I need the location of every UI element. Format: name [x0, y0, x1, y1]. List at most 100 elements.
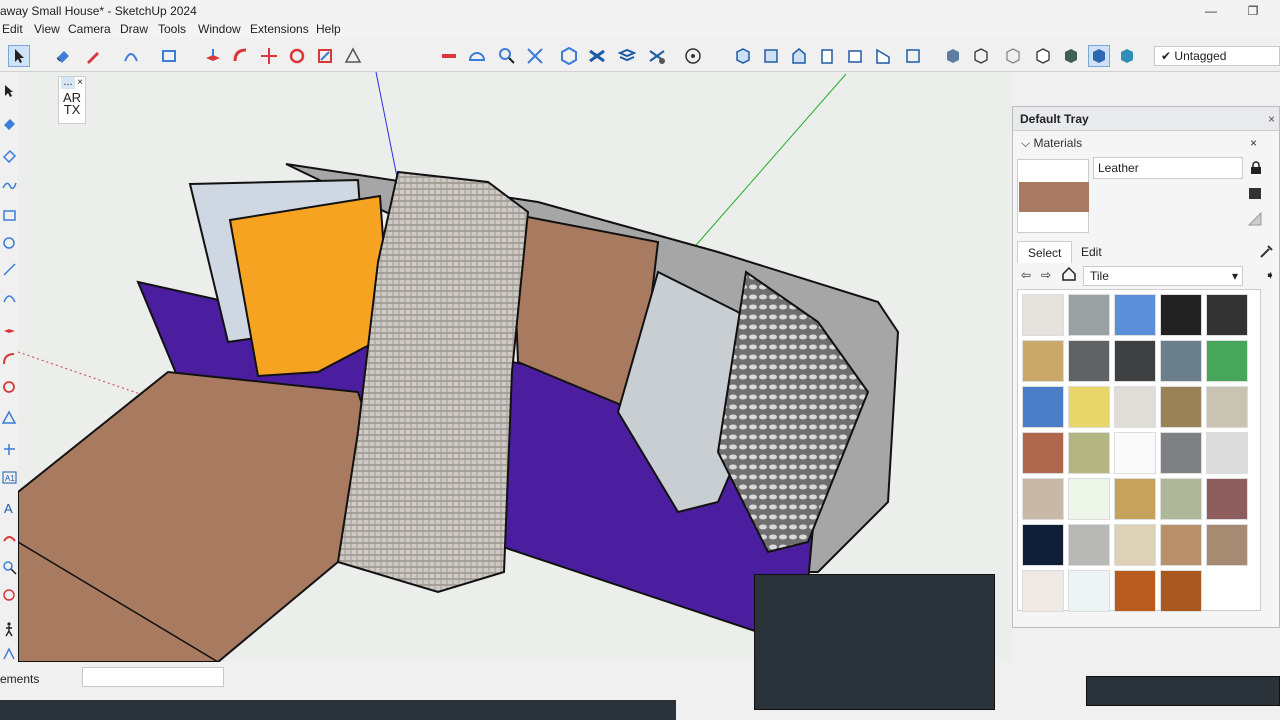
current-material-swatch[interactable]	[1017, 159, 1089, 233]
forward-arrow-icon[interactable]: ⇨	[1041, 268, 1051, 282]
tape-measure-button[interactable]	[438, 45, 460, 67]
artx-logo-icon[interactable]: AR TX	[62, 91, 82, 116]
eyedropper-icon[interactable]	[1259, 243, 1275, 262]
maximize-button[interactable]: ❐	[1238, 2, 1268, 20]
view-left-button[interactable]	[872, 45, 894, 67]
material-thumbnail[interactable]	[1068, 478, 1110, 520]
tab-select[interactable]: Select	[1017, 241, 1073, 263]
materials-close-button[interactable]: ×	[1250, 131, 1257, 155]
menu-camera[interactable]: Camera	[68, 22, 111, 36]
material-thumbnail[interactable]	[1114, 478, 1156, 520]
view-front-button[interactable]	[788, 45, 810, 67]
tray-close-button[interactable]: ×	[1268, 107, 1275, 131]
material-thumbnail[interactable]	[1114, 524, 1156, 566]
left-tool-followme[interactable]	[0, 348, 18, 370]
sandbox-button[interactable]	[586, 45, 608, 67]
details-arrow-icon[interactable]: ➧	[1265, 268, 1275, 282]
left-tool-freehand[interactable]	[0, 174, 18, 196]
view-back-button[interactable]	[844, 45, 866, 67]
push-pull-button[interactable]	[202, 45, 224, 67]
sample-paint-icon[interactable]	[1247, 211, 1263, 227]
menu-extensions[interactable]: Extensions	[250, 22, 309, 36]
material-thumbnail[interactable]	[1068, 524, 1110, 566]
material-thumbnail[interactable]	[1022, 432, 1064, 474]
arc-tool-button[interactable]	[120, 45, 142, 67]
material-thumbnail[interactable]	[1068, 294, 1110, 336]
menu-edit[interactable]: Edit	[2, 22, 23, 36]
left-tool-3dtext[interactable]: A	[0, 496, 18, 518]
left-tool-walk[interactable]	[0, 618, 18, 640]
material-thumbnail[interactable]	[1022, 340, 1064, 382]
left-tool-rotate[interactable]	[0, 376, 18, 398]
material-thumbnail[interactable]	[1160, 432, 1202, 474]
material-thumbnail[interactable]	[1206, 432, 1248, 474]
left-tool-circle[interactable]	[0, 232, 18, 254]
material-thumbnail[interactable]	[1022, 570, 1064, 612]
move-tool-button[interactable]	[258, 45, 280, 67]
extension-warehouse-button[interactable]	[682, 45, 704, 67]
material-name-field[interactable]: Leather	[1093, 157, 1243, 179]
material-thumbnail[interactable]	[1206, 386, 1248, 428]
wireframe-button[interactable]	[1002, 45, 1024, 67]
view-iso-button[interactable]	[732, 45, 754, 67]
left-tool-arc[interactable]	[0, 286, 18, 308]
left-tool-zoom[interactable]	[0, 556, 18, 578]
material-thumbnail[interactable]	[1022, 524, 1064, 566]
material-thumbnail[interactable]	[1114, 432, 1156, 474]
view-bottom-button[interactable]	[902, 45, 924, 67]
material-thumbnail[interactable]	[1068, 386, 1110, 428]
material-thumbnail[interactable]	[1114, 294, 1156, 336]
menu-view[interactable]: View	[34, 22, 60, 36]
material-thumbnail[interactable]	[1160, 570, 1202, 612]
material-thumbnail[interactable]	[1160, 478, 1202, 520]
left-tool-text[interactable]: A1	[0, 466, 18, 488]
home-icon[interactable]	[1061, 266, 1077, 285]
left-tool-lookaround[interactable]	[0, 584, 18, 606]
material-thumbnail[interactable]	[1114, 570, 1156, 612]
protractor-button[interactable]	[466, 45, 488, 67]
material-thumbnail[interactable]	[1160, 524, 1202, 566]
measurements-input[interactable]	[82, 667, 224, 687]
left-tool-position-camera[interactable]	[0, 642, 18, 664]
material-thumbnail[interactable]	[1068, 340, 1110, 382]
section-plane-button[interactable]	[558, 45, 580, 67]
rotate-tool-button[interactable]	[286, 45, 308, 67]
menu-tools[interactable]: Tools	[158, 22, 186, 36]
left-tool-rectangle[interactable]	[0, 204, 18, 226]
hidden-line-button[interactable]	[1032, 45, 1054, 67]
material-thumbnail[interactable]	[1160, 294, 1202, 336]
material-thumbnail[interactable]	[1022, 294, 1064, 336]
material-thumbnail[interactable]	[1114, 340, 1156, 382]
pencil-tool-button[interactable]	[82, 45, 104, 67]
offset-tool-button[interactable]	[342, 45, 364, 67]
material-thumbnail[interactable]	[1068, 432, 1110, 474]
left-tool-dimension[interactable]	[0, 438, 18, 460]
material-thumbnail[interactable]	[1206, 478, 1248, 520]
library-dropdown[interactable]: Tile ▾	[1083, 266, 1243, 286]
mini-panel-close[interactable]: ×	[77, 77, 83, 88]
mini-panel-handle[interactable]: ...	[61, 77, 75, 89]
tab-edit[interactable]: Edit	[1071, 241, 1112, 263]
materials-panel-header[interactable]: ⌵ Materials ×	[1013, 131, 1279, 155]
material-thumbnail[interactable]	[1160, 386, 1202, 428]
material-thumbnail[interactable]	[1160, 340, 1202, 382]
material-thumbnail[interactable]	[1206, 294, 1248, 336]
shaded-textures-button[interactable]	[1088, 45, 1110, 67]
material-thumbnail[interactable]	[1206, 340, 1248, 382]
material-thumbnail[interactable]	[1022, 478, 1064, 520]
eraser-tool-button[interactable]	[52, 45, 74, 67]
select-tool-button[interactable]	[8, 45, 30, 67]
back-edges-button[interactable]	[970, 45, 992, 67]
shape-tool-button[interactable]	[158, 45, 180, 67]
menu-help[interactable]: Help	[316, 22, 341, 36]
shaded-button[interactable]	[1060, 45, 1082, 67]
left-tool-select[interactable]	[0, 80, 18, 102]
material-thumbnail[interactable]	[1022, 386, 1064, 428]
left-tool-line[interactable]	[0, 258, 18, 280]
back-arrow-icon[interactable]: ⇦	[1021, 268, 1031, 282]
minimize-button[interactable]: —	[1196, 2, 1226, 20]
view-top-button[interactable]	[760, 45, 782, 67]
zoom-extents-button[interactable]	[524, 45, 546, 67]
layers-button[interactable]	[616, 45, 638, 67]
menu-window[interactable]: Window	[198, 22, 241, 36]
